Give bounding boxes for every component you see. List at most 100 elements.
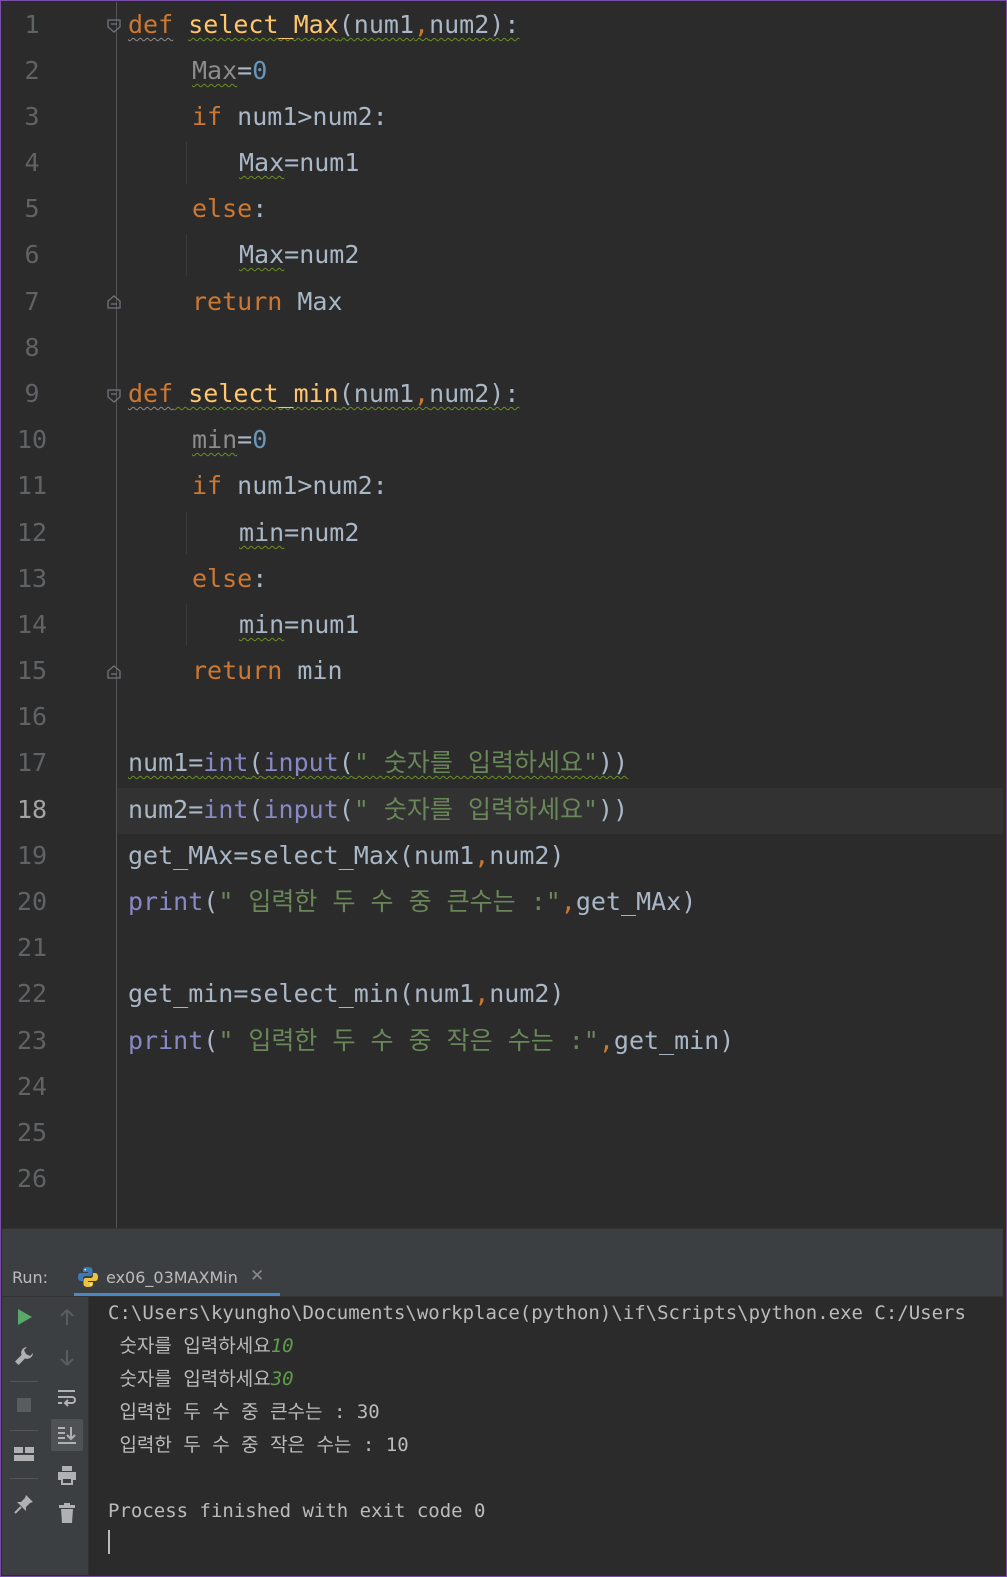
fold-open-icon[interactable] (107, 389, 121, 403)
console-user-input: 30 (270, 1368, 294, 1390)
code-line-12: min=num2 (239, 510, 359, 556)
line-number: 2 (24, 56, 40, 85)
comma: , (474, 841, 490, 870)
code-text: ( (203, 887, 219, 916)
code-line-13: else: (192, 556, 267, 602)
code-text: get_min) (613, 1026, 735, 1055)
run-button[interactable] (9, 1302, 39, 1332)
line-number: 11 (16, 471, 48, 500)
comma: , (598, 1026, 614, 1055)
builtin: print (128, 1026, 204, 1055)
fold-end-icon[interactable] (107, 295, 121, 309)
keyword: return (192, 287, 283, 316)
arrow-down-icon (60, 1350, 74, 1366)
code-text: Max (282, 287, 343, 316)
console-user-input: 10 (270, 1335, 294, 1357)
code-line-19: get_MAx=select_Max(num1,num2) (128, 833, 565, 879)
code-text: )) (598, 748, 629, 777)
run-tab[interactable]: ex06_03MAXMin ✕ (74, 1258, 280, 1296)
keyword: def (128, 10, 174, 39)
code-text: get_min=select_min(num1 (128, 979, 475, 1008)
code-text: get_MAx=select_Max(num1 (128, 841, 475, 870)
line-number: 7 (24, 287, 40, 316)
code-text: num2= (128, 795, 204, 824)
line-number: 20 (16, 887, 48, 916)
line-number: 17 (16, 748, 48, 777)
console-output[interactable]: C:\Users\kyungho\Documents\workplace(pyt… (90, 1297, 1003, 1575)
keyword: if (192, 102, 223, 131)
code-line-22: get_min=select_min(num1,num2) (128, 971, 565, 1017)
code-line-4: Max=num1 (239, 140, 359, 186)
print-button[interactable] (52, 1460, 82, 1490)
comma: , (414, 379, 430, 408)
line-number: 10 (16, 425, 48, 454)
code-text: (num1 (338, 379, 414, 408)
code-text: num2): (429, 379, 520, 408)
code-line-11: if num1>num2: (192, 463, 388, 509)
variable: min (239, 610, 285, 639)
console-output-line: 입력한 두 수 중 작은 수는 : 10 (108, 1434, 409, 1456)
fold-end-icon[interactable] (107, 665, 121, 679)
line-number: 5 (24, 194, 40, 223)
code-line-15: return min (192, 648, 343, 694)
builtin: int (203, 748, 249, 777)
scroll-up-button[interactable] (52, 1302, 82, 1332)
code-text: =num2 (284, 518, 360, 547)
code-text: = (237, 425, 253, 454)
settings-button[interactable] (9, 1341, 39, 1371)
stop-button[interactable] (9, 1390, 39, 1420)
pin-icon (14, 1495, 33, 1514)
clear-button[interactable] (52, 1498, 82, 1528)
comma: , (414, 10, 430, 39)
line-number: 9 (24, 379, 40, 408)
code-text: num1= (128, 748, 204, 777)
layout-button[interactable] (9, 1439, 39, 1469)
builtin: int (203, 795, 249, 824)
gutter-separator (116, 2, 117, 1228)
code-text: : (252, 564, 268, 593)
console-exit-line: Process finished with exit code 0 (108, 1500, 486, 1522)
code-text: =num1 (284, 148, 360, 177)
string: " 입력한 두 수 중 큰수는 :" (218, 887, 561, 916)
scroll-down-button[interactable] (52, 1343, 82, 1373)
code-line-17: num1=int(input(" 숫자를 입력하세요")) (128, 740, 628, 786)
code-line-6: Max=num2 (239, 232, 359, 278)
line-number: 21 (16, 933, 48, 962)
soft-wrap-button[interactable] (52, 1382, 82, 1412)
variable: min (192, 425, 238, 454)
keyword: return (192, 656, 283, 685)
toolbar-separator (10, 1381, 38, 1382)
console-prompt: 숫자를 입력하세요 (108, 1335, 271, 1357)
builtin: print (128, 887, 204, 916)
arrow-up-icon (60, 1309, 74, 1325)
builtin: input (263, 795, 339, 824)
fold-open-icon[interactable] (107, 19, 121, 33)
soft-wrap-icon (58, 1390, 76, 1407)
scroll-to-end-button[interactable] (51, 1419, 83, 1451)
code-line-3: if num1>num2: (192, 94, 388, 140)
keyword: if (192, 471, 223, 500)
code-text: ( (248, 748, 264, 777)
code-line-10: min=0 (192, 417, 267, 463)
string: " 숫자를 입력하세요" (353, 795, 599, 824)
line-number: 23 (16, 1026, 48, 1055)
number: 0 (252, 425, 268, 454)
code-line-14: min=num1 (239, 602, 359, 648)
code-line-20: print(" 입력한 두 수 중 큰수는 :",get_MAx) (128, 879, 696, 925)
code-editor[interactable]: 1 2 3 4 5 6 7 8 9 10 11 12 13 14 15 16 1… (2, 2, 1003, 1228)
close-icon[interactable]: ✕ (250, 1266, 264, 1286)
keyword: def (128, 379, 174, 408)
pin-button[interactable] (9, 1489, 39, 1519)
run-icon (18, 1309, 32, 1325)
code-text: =num2 (284, 240, 360, 269)
code-line-2: Max=0 (192, 48, 267, 94)
code-text: num2) (489, 841, 565, 870)
wrench-icon (15, 1347, 33, 1365)
line-number-current: 18 (16, 795, 48, 824)
code-text: =num1 (284, 610, 360, 639)
console-prompt-line: 숫자를 입력하세요10 (108, 1330, 294, 1363)
panel-divider[interactable] (2, 1228, 1003, 1259)
code-text: = (237, 56, 253, 85)
console-prompt: 숫자를 입력하세요 (108, 1368, 271, 1390)
code-text: ( (248, 795, 264, 824)
